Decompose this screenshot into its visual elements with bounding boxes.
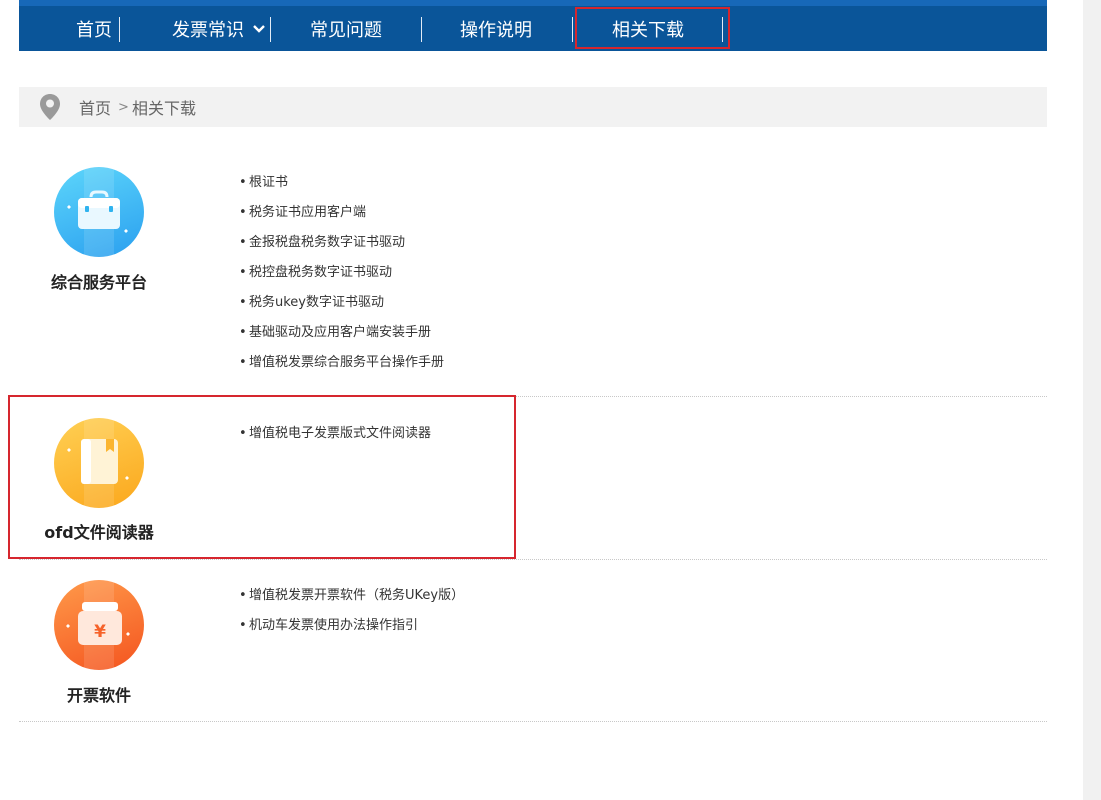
section-title: 综合服务平台: [50, 273, 147, 292]
download-link[interactable]: • 根证书: [239, 175, 444, 205]
download-link-list: • 增值税电子发票版式文件阅读器: [239, 426, 431, 456]
nav-item-instructions[interactable]: 操作说明: [421, 6, 571, 51]
download-link[interactable]: • 基础驱动及应用客户端安装手册: [239, 325, 444, 355]
download-link-list: • 根证书 • 税务证书应用客户端 • 金报税盘税务数字证书驱动 • 税控盘税务数字证书…: [239, 175, 444, 385]
breadcrumb-current: 相关下载: [132, 99, 197, 118]
nav-item-downloads[interactable]: 相关下载: [573, 6, 723, 51]
download-link[interactable]: • 增值税发票开票软件（税务UKey版）: [239, 588, 464, 618]
breadcrumb: 首页 > 相关下载: [19, 87, 1047, 127]
svg-text:¥: ¥: [94, 622, 106, 642]
briefcase-icon: [54, 167, 144, 257]
location-pin-icon: [40, 94, 60, 120]
invoice-icon: ¥: [54, 580, 144, 670]
book-icon: [54, 418, 144, 508]
breadcrumb-separator: >: [118, 99, 129, 115]
breadcrumb-home-link[interactable]: 首页: [79, 95, 111, 119]
chevron-down-icon: [253, 24, 265, 33]
download-link[interactable]: • 税务证书应用客户端: [239, 205, 444, 235]
download-link[interactable]: • 税控盘税务数字证书驱动: [239, 265, 444, 295]
nav-item-label: 操作说明: [460, 19, 532, 41]
download-link[interactable]: • 增值税电子发票版式文件阅读器: [239, 426, 431, 456]
nav-item-faq[interactable]: 常见问题: [271, 6, 421, 51]
nav-item-label: 首页: [76, 19, 112, 41]
download-link[interactable]: • 增值税发票综合服务平台操作手册: [239, 355, 444, 385]
download-link[interactable]: • 机动车发票使用办法操作指引: [239, 618, 464, 648]
section-divider: [19, 721, 1047, 722]
top-nav-bar: 首页 发票常识 常见问题 操作说明 相关下载: [19, 0, 1047, 51]
nav-divider: [119, 17, 120, 42]
section-title: ofd文件阅读器: [44, 523, 154, 542]
section-title: 开票软件: [66, 686, 131, 705]
download-link[interactable]: • 金报税盘税务数字证书驱动: [239, 235, 444, 265]
nav-item-label: 常见问题: [310, 19, 382, 41]
page: 首页 发票常识 常见问题 操作说明 相关下载 首页 > 相关下载 综合服务平台 …: [0, 0, 1101, 800]
download-section-ofd-reader: ofd文件阅读器 • 增值税电子发票版式文件阅读器: [19, 397, 1047, 560]
scrollbar-track[interactable]: [1083, 0, 1101, 800]
nav-item-label: 发票常识: [172, 19, 244, 41]
nav-item-label: 相关下载: [612, 19, 684, 41]
download-link[interactable]: • 税务ukey数字证书驱动: [239, 295, 444, 325]
download-link-list: • 增值税发票开票软件（税务UKey版） • 机动车发票使用办法操作指引: [239, 588, 464, 648]
download-section-service-platform: 综合服务平台 • 根证书 • 税务证书应用客户端 • 金报税盘税务数字证书驱动 • 税控…: [19, 145, 1047, 397]
nav-divider: [722, 17, 723, 42]
download-section-invoicing-software: ¥ 开票软件 • 增值税发票开票软件（税务UKey版） • 机动车发票使用办法操作指…: [19, 560, 1047, 722]
